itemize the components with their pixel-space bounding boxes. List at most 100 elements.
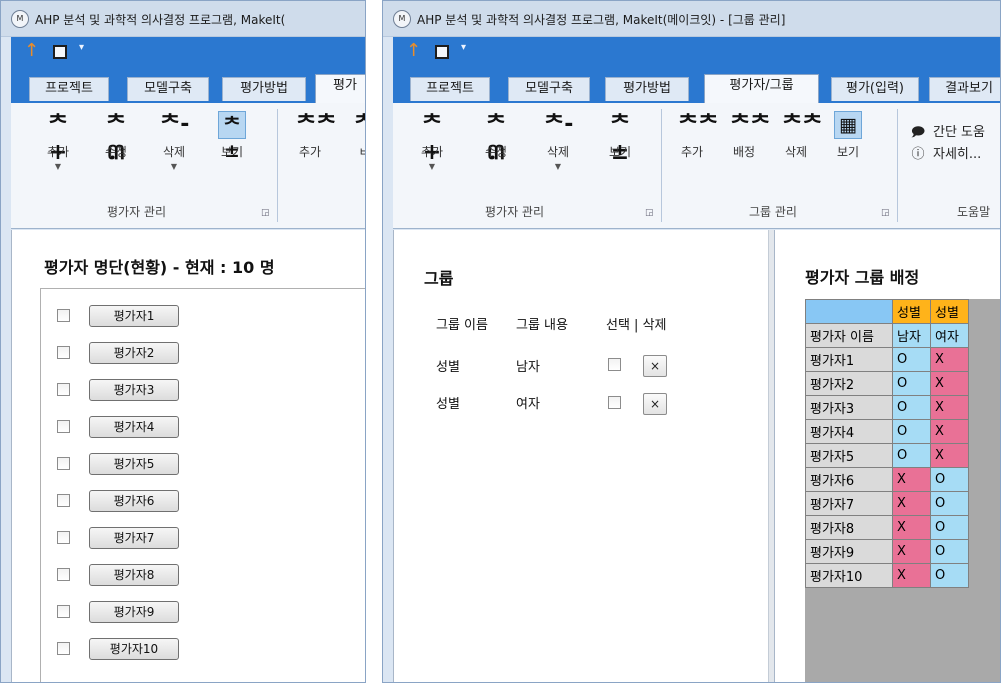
group-delete-button[interactable]: × [643,393,667,415]
evaluator-checkbox[interactable] [57,346,70,359]
evaluator-button[interactable]: 평가자3 [89,379,179,401]
chevron-down-icon[interactable]: ▾ [79,42,84,53]
evaluator-checkbox[interactable] [57,420,70,433]
assignment-cell[interactable]: X [930,395,969,420]
add-group-button[interactable]: ᄎᄎ 추가 [287,111,337,160]
add-group-label: 추가 [298,145,322,159]
group-delete-button[interactable]: × [643,355,667,377]
group-row-name: 성별 [436,360,460,375]
tab-project[interactable]: 프로젝트 [29,77,109,101]
evaluator-checkbox[interactable] [57,568,70,581]
help-group-label: 도움말 [957,205,991,219]
edit-evaluator-button[interactable]: ᄎ៣ 수정 [473,111,519,165]
add-group-icon: ᄎᄎ [678,112,719,137]
chevron-down-icon[interactable]: ▾ [461,42,466,53]
delete-group-button[interactable]: ᄎᄎ 삭제 [773,111,822,160]
assign-group-button[interactable]: ᄎ ㅂ [341,111,365,160]
detailed-help-button[interactable]: ⓘ 자세히... [909,143,981,162]
group-separator [661,109,662,222]
table-row: 평가자3 O X [805,395,969,420]
assign-group-label: 배정 [732,145,756,159]
edit-evaluator-button[interactable]: ᄎ៣ 수정 [93,111,139,165]
evaluator-group-label: 평가자 관리 [485,205,545,219]
title-bar: M AHP 분석 및 과학적 의사결정 프로그램, MakeIt(메이크잇) -… [383,1,1000,37]
save-icon[interactable] [53,45,67,59]
assignment-cell[interactable]: O [930,539,969,564]
group-row-content: 여자 [516,397,540,412]
evaluator-checkbox[interactable] [57,605,70,618]
assignment-cell[interactable]: X [930,419,969,444]
evaluator-button[interactable]: 평가자4 [89,416,179,438]
assignment-cell[interactable]: O [892,347,931,372]
assignment-cell[interactable]: X [892,515,931,540]
evaluator-button[interactable]: 평가자8 [89,564,179,586]
evaluator-checkbox[interactable] [57,309,70,322]
view-evaluators-button[interactable]: ᄎ± 보기 [209,111,255,162]
tab-evaluator[interactable]: 평가 [315,74,365,103]
table-row: 평가자4 O X [805,419,969,444]
assignment-cell[interactable]: O [892,395,931,420]
evaluator-checkbox[interactable] [57,642,70,655]
assignment-cell[interactable]: O [892,371,931,396]
group-select-checkbox[interactable] [608,358,621,371]
view-evaluators-label: 보기 [220,145,244,159]
up-arrow-icon[interactable]: ↑ [24,40,39,62]
quick-help-button[interactable]: 🗩 간단 도움 [909,121,985,145]
add-group-icon: ᄎᄎ [296,112,337,137]
assignment-cell[interactable]: O [930,467,969,492]
assignment-cell[interactable]: O [892,419,931,444]
evaluator-name-cell: 평가자6 [805,467,893,492]
evaluator-checkbox[interactable] [57,383,70,396]
view-evaluators-button[interactable]: ᄎ± 보기 [597,111,643,165]
evaluator-checkbox[interactable] [57,457,70,470]
dialog-launcher-icon[interactable]: ◲ [645,208,654,218]
assignment-cell[interactable]: X [892,563,931,588]
tab-input[interactable]: 평가(입력) [831,77,919,101]
view-evaluators-label: 보기 [608,145,632,159]
assignment-cell[interactable]: X [892,539,931,564]
dialog-launcher-icon[interactable]: ◲ [881,208,890,218]
tab-project[interactable]: 프로젝트 [410,77,490,101]
group-definition-panel: 그룹 그룹 이름 그룹 내용 선택 | 삭제 성별 남자 × 성별 여자 × [394,230,768,682]
view-group-button[interactable]: ▦ 보기 [825,111,871,160]
assign-group-button[interactable]: ᄎᄎ 배정 [721,111,770,160]
tab-method[interactable]: 평가방법 [222,77,306,101]
assignment-cell[interactable]: O [930,563,969,588]
assignment-cell[interactable]: O [892,443,931,468]
evaluator-list-window: M AHP 분석 및 과학적 의사결정 프로그램, MakeIt( ↑ ▾ 프로… [0,0,366,683]
evaluator-button[interactable]: 평가자10 [89,638,179,660]
evaluator-button[interactable]: 평가자1 [89,305,179,327]
up-arrow-icon[interactable]: ↑ [406,40,421,62]
tab-evaluator-group[interactable]: 평가자/그룹 [704,74,819,103]
evaluator-button[interactable]: 평가자6 [89,490,179,512]
save-icon[interactable] [435,45,449,59]
assignment-cell[interactable]: O [930,491,969,516]
evaluator-list-box: 평가자1 평가자2 평가자3 평가자4 평가자5 평가자6 평가자7 평가자8 … [40,288,365,682]
tab-model[interactable]: 모델구축 [508,77,590,101]
delete-evaluator-button[interactable]: ᄎ- 삭제 ▼ [535,111,581,171]
evaluator-checkbox[interactable] [57,494,70,507]
evaluator-checkbox[interactable] [57,531,70,544]
assignment-cell[interactable]: O [930,515,969,540]
tab-method[interactable]: 평가방법 [605,77,689,101]
assignment-cell[interactable]: X [930,371,969,396]
add-group-button[interactable]: ᄎᄎ 추가 [669,111,719,160]
add-evaluator-button[interactable]: ᄎ+ 추가 ▼ [35,111,81,171]
evaluator-button[interactable]: 평가자7 [89,527,179,549]
assignment-cell[interactable]: X [930,443,969,468]
evaluator-button[interactable]: 평가자2 [89,342,179,364]
tab-results[interactable]: 결과보기 [929,77,1000,101]
evaluator-button[interactable]: 평가자9 [89,601,179,623]
add-evaluator-button[interactable]: ᄎ+ 추가 ▼ [409,111,455,171]
view-people-icon: ᄎ± [218,111,246,162]
group-select-checkbox[interactable] [608,396,621,409]
window-title: AHP 분석 및 과학적 의사결정 프로그램, MakeIt(메이크잇) - [… [417,13,786,27]
assignment-cell[interactable]: X [892,491,931,516]
evaluator-button[interactable]: 평가자5 [89,453,179,475]
dialog-launcher-icon[interactable]: ◲ [261,208,270,218]
speech-bubble-icon: 🗩 [910,125,926,140]
delete-evaluator-button[interactable]: ᄎ- 삭제 ▼ [151,111,197,171]
tab-model[interactable]: 모델구축 [127,77,209,101]
assignment-cell[interactable]: X [892,467,931,492]
assignment-cell[interactable]: X [930,347,969,372]
